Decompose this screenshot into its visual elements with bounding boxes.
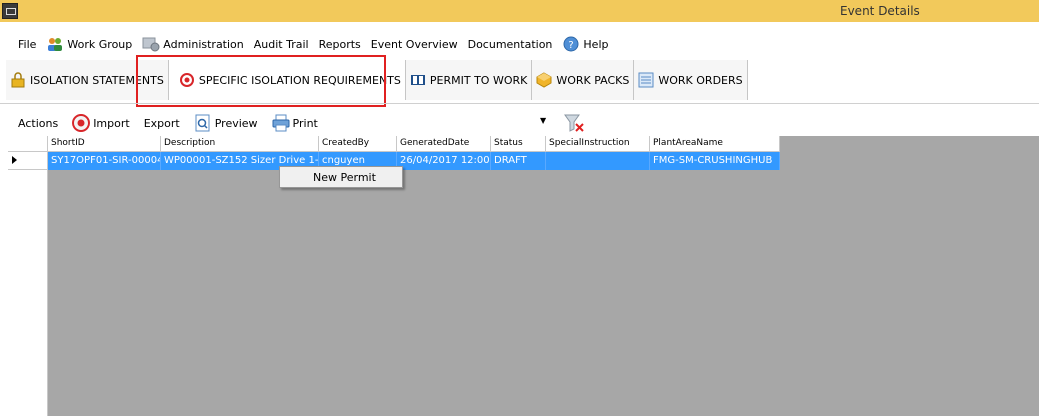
menu-file[interactable]: File xyxy=(18,38,36,51)
lock-icon xyxy=(11,72,25,88)
menu-work-group[interactable]: Work Group xyxy=(46,36,132,52)
menu-event-overview-label: Event Overview xyxy=(370,37,458,51)
tab-permit-to-work[interactable]: PERMIT TO WORK xyxy=(405,60,533,100)
export-label: Export xyxy=(143,116,180,130)
export-button[interactable]: Export xyxy=(144,117,180,130)
ribbon-divider xyxy=(0,103,1039,104)
data-grid[interactable] xyxy=(8,136,1039,416)
import-icon xyxy=(72,114,91,132)
menu-documentation-label: Documentation xyxy=(467,37,553,51)
cell-plantareaname[interactable]: FMG-SM-CRUSHINGHUB xyxy=(650,152,780,170)
column-header-specialinstruction[interactable]: SpecialInstruction xyxy=(546,136,650,152)
list-icon xyxy=(638,72,654,88)
app-icon[interactable] xyxy=(2,3,18,19)
tab-specific-isolation-requirements[interactable]: SPECIFIC ISOLATION REQUIREMENTS xyxy=(168,60,406,100)
menu-audit-trail-label: Audit Trail xyxy=(253,37,309,51)
toolbar: Actions Import Export Preview Print xyxy=(18,112,332,134)
row-pointer-icon xyxy=(12,156,17,164)
import-button[interactable]: Import xyxy=(72,114,130,132)
filter-dropdown[interactable] xyxy=(334,112,554,134)
menu-administration[interactable]: Administration xyxy=(142,36,244,52)
context-menu: New Permit xyxy=(279,166,403,188)
grid-header: ShortID Description CreatedBy GeneratedD… xyxy=(8,136,780,152)
admin-icon xyxy=(142,37,160,52)
window-title: Event Details xyxy=(840,4,920,18)
column-header-status[interactable]: Status xyxy=(491,136,546,152)
ribbon-tabs: ISOLATION STATEMENTS SPECIFIC ISOLATION … xyxy=(6,60,748,100)
tab-isolation-statements[interactable]: ISOLATION STATEMENTS xyxy=(6,60,169,100)
tab-work-packs[interactable]: WORK PACKS xyxy=(532,60,635,100)
preview-icon xyxy=(195,114,210,132)
tab-isolation-statements-label: ISOLATION STATEMENTS xyxy=(30,73,164,87)
tab-work-packs-label: WORK PACKS xyxy=(556,73,630,87)
users-icon xyxy=(48,38,63,51)
column-header-createdby[interactable]: CreatedBy xyxy=(319,136,397,152)
tab-work-orders-label: WORK ORDERS xyxy=(658,73,743,87)
chevron-down-icon[interactable]: ▼ xyxy=(540,116,546,125)
menu-audit-trail[interactable]: Audit Trail xyxy=(254,38,309,51)
clear-filter-icon[interactable] xyxy=(564,113,586,133)
package-icon xyxy=(536,72,552,88)
column-header-shortid[interactable]: ShortID xyxy=(48,136,161,152)
preview-button[interactable]: Preview xyxy=(194,114,258,132)
svg-text:?: ? xyxy=(569,40,574,51)
actions-button[interactable]: Actions xyxy=(18,117,58,130)
target-icon xyxy=(179,73,194,87)
row-selector-header xyxy=(8,136,48,152)
row-selector[interactable] xyxy=(8,152,48,170)
menu-help[interactable]: ? Help xyxy=(562,36,608,52)
menu-event-overview[interactable]: Event Overview xyxy=(371,38,458,51)
column-header-plantareaname[interactable]: PlantAreaName xyxy=(650,136,780,152)
title-bar: Event Details xyxy=(0,0,1039,22)
cell-shortid[interactable]: SY17OPF01-SIR-000045 xyxy=(48,152,161,170)
menu-file-label: File xyxy=(18,37,37,51)
actions-label: Actions xyxy=(18,116,59,130)
menu-administration-label: Administration xyxy=(163,37,244,51)
column-header-generateddate[interactable]: GeneratedDate xyxy=(397,136,491,152)
print-label: Print xyxy=(292,116,318,130)
menu-help-label: Help xyxy=(583,37,609,51)
cell-specialinstruction[interactable] xyxy=(546,152,650,170)
print-button[interactable]: Print xyxy=(272,114,318,132)
tab-work-orders[interactable]: WORK ORDERS xyxy=(634,60,748,100)
cell-generateddate[interactable]: 26/04/2017 12:00 PM xyxy=(397,152,491,170)
menu-bar: File Work Group Administration Audit Tra… xyxy=(0,33,1039,55)
column-header-description[interactable]: Description xyxy=(161,136,319,152)
tab-permit-to-work-label: PERMIT TO WORK xyxy=(429,73,528,87)
menu-reports[interactable]: Reports xyxy=(319,38,361,51)
row-header-column xyxy=(8,136,48,416)
tab-specific-isolation-requirements-label: SPECIFIC ISOLATION REQUIREMENTS xyxy=(198,73,401,87)
context-menu-new-permit[interactable]: New Permit xyxy=(313,171,376,184)
book-icon xyxy=(410,75,425,85)
import-label: Import xyxy=(93,116,130,130)
preview-label: Preview xyxy=(214,116,258,130)
help-icon: ? xyxy=(563,36,579,52)
menu-reports-label: Reports xyxy=(318,37,361,51)
menu-work-group-label: Work Group xyxy=(67,37,133,51)
printer-icon xyxy=(272,114,290,132)
menu-documentation[interactable]: Documentation xyxy=(468,38,553,51)
cell-status[interactable]: DRAFT xyxy=(491,152,546,170)
